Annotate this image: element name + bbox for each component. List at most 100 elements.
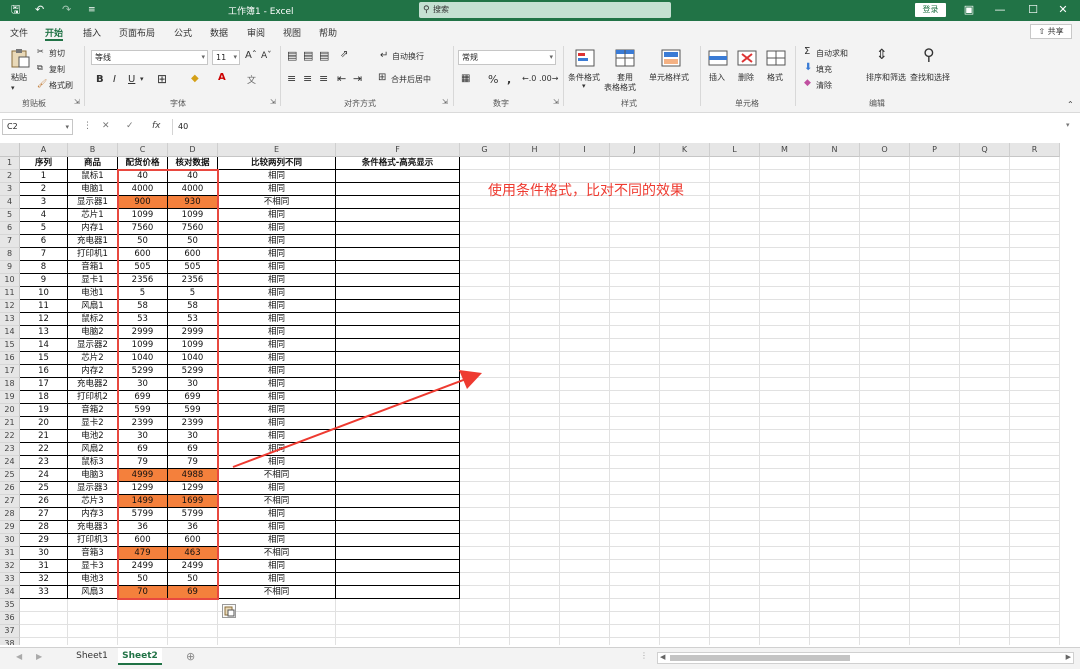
empty-cell[interactable] [860,339,910,352]
empty-cell[interactable] [460,625,510,638]
paste-icon[interactable] [9,48,31,68]
empty-cell[interactable] [810,170,860,183]
empty-cell[interactable] [760,209,810,222]
empty-cell[interactable] [660,547,710,560]
empty-cell[interactable] [460,638,510,645]
empty-cell[interactable] [960,378,1010,391]
row-header[interactable]: 21 [0,417,20,430]
table-cell[interactable]: 1099 [168,339,218,352]
table-cell[interactable]: 相同 [218,534,336,547]
empty-cell[interactable] [760,326,810,339]
table-cell[interactable]: 内存3 [68,508,118,521]
empty-cell[interactable] [860,261,910,274]
table-cell[interactable]: 505 [118,261,168,274]
empty-cell[interactable] [660,560,710,573]
autosum-button[interactable]: 自动求和 [816,48,848,59]
comma-style-icon[interactable]: , [507,73,511,86]
empty-cell[interactable] [660,248,710,261]
empty-cell[interactable] [860,365,910,378]
empty-cell[interactable] [610,261,660,274]
column-header-i[interactable]: I [560,143,610,157]
empty-cell[interactable] [810,222,860,235]
empty-cell[interactable] [710,365,760,378]
table-cell[interactable]: 20 [20,417,68,430]
table-cell[interactable] [336,235,460,248]
empty-cell[interactable] [610,521,660,534]
empty-cell[interactable] [660,495,710,508]
empty-cell[interactable] [1010,547,1060,560]
empty-cell[interactable] [960,456,1010,469]
table-cell[interactable]: 36 [118,521,168,534]
tab-help[interactable]: 帮助 [319,26,337,39]
row-header[interactable]: 31 [0,547,20,560]
row-header[interactable]: 13 [0,313,20,326]
table-cell[interactable]: 11 [20,300,68,313]
empty-cell[interactable] [910,482,960,495]
empty-cell[interactable] [810,339,860,352]
table-cell[interactable]: 58 [168,300,218,313]
empty-cell[interactable] [168,625,218,638]
empty-cell[interactable] [20,599,68,612]
empty-cell[interactable] [760,196,810,209]
empty-cell[interactable] [760,157,810,170]
empty-cell[interactable] [960,599,1010,612]
empty-cell[interactable] [710,235,760,248]
empty-cell[interactable] [460,547,510,560]
empty-cell[interactable] [610,534,660,547]
empty-cell[interactable] [760,573,810,586]
table-cell[interactable]: 50 [118,573,168,586]
column-header-h[interactable]: H [510,143,560,157]
table-cell[interactable]: 4000 [168,183,218,196]
align-bottom-icon[interactable]: ▤ [319,49,329,62]
empty-cell[interactable] [610,222,660,235]
empty-cell[interactable] [460,287,510,300]
table-cell[interactable]: 电池3 [68,573,118,586]
column-header-c[interactable]: C [118,143,168,157]
empty-cell[interactable] [710,469,760,482]
empty-cell[interactable] [168,612,218,625]
empty-cell[interactable] [810,183,860,196]
empty-cell[interactable] [710,170,760,183]
empty-cell[interactable] [460,300,510,313]
empty-cell[interactable] [460,235,510,248]
delete-cells-icon[interactable] [736,48,758,68]
empty-cell[interactable] [860,560,910,573]
row-header[interactable]: 35 [0,599,20,612]
empty-cell[interactable] [1010,534,1060,547]
table-cell[interactable]: 显卡3 [68,560,118,573]
row-header[interactable]: 33 [0,573,20,586]
empty-cell[interactable] [1010,170,1060,183]
empty-cell[interactable] [660,625,710,638]
empty-cell[interactable] [960,196,1010,209]
empty-cell[interactable] [560,404,610,417]
empty-cell[interactable] [660,300,710,313]
column-header-r[interactable]: R [1010,143,1060,157]
empty-cell[interactable] [860,326,910,339]
empty-cell[interactable] [560,430,610,443]
table-cell[interactable]: 相同 [218,183,336,196]
table-cell[interactable]: 相同 [218,391,336,404]
empty-cell[interactable] [660,612,710,625]
table-cell[interactable]: 24 [20,469,68,482]
empty-cell[interactable] [810,547,860,560]
column-header-n[interactable]: N [810,143,860,157]
align-middle-icon[interactable]: ▤ [303,49,313,62]
table-cell[interactable]: 2356 [118,274,168,287]
empty-cell[interactable] [118,599,168,612]
empty-cell[interactable] [860,378,910,391]
empty-cell[interactable] [810,326,860,339]
empty-cell[interactable] [910,378,960,391]
tab-insert[interactable]: 插入 [83,26,101,39]
empty-cell[interactable] [710,417,760,430]
find-select-button[interactable]: 查找和选择 [910,72,950,83]
table-cell[interactable]: 风扇2 [68,443,118,456]
empty-cell[interactable] [710,430,760,443]
empty-cell[interactable] [910,248,960,261]
empty-cell[interactable] [510,521,560,534]
empty-cell[interactable] [1010,287,1060,300]
empty-cell[interactable] [860,508,910,521]
row-header[interactable]: 19 [0,391,20,404]
empty-cell[interactable] [560,326,610,339]
table-cell[interactable]: 1299 [118,482,168,495]
table-header-cell[interactable]: 商品 [68,157,118,170]
